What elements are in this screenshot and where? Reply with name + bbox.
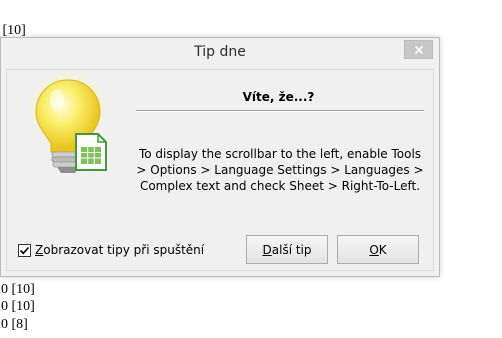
tip-heading: Víte, že...? — [242, 90, 315, 104]
background-text-line: 20 [10] — [0, 282, 35, 297]
checkmark-icon — [19, 246, 30, 254]
close-button[interactable] — [404, 40, 433, 59]
dialog-title: Tip dne — [194, 44, 246, 60]
heading-separator — [136, 110, 424, 112]
tip-text: To display the scrollbar to the left, en… — [136, 147, 424, 193]
lightbulb-calc-icon — [26, 72, 110, 173]
dialog-titlebar[interactable]: Tip dne — [1, 38, 439, 68]
background-text-line: 20 [10] — [0, 299, 35, 314]
ok-button[interactable]: OK — [337, 235, 419, 264]
checkbox-box[interactable] — [18, 243, 31, 257]
background-text-line: 20 [8] — [0, 317, 28, 332]
next-tip-button[interactable]: Další tip — [246, 235, 328, 264]
show-tips-checkbox[interactable]: Zobrazovat tipy při spuštění — [18, 242, 204, 258]
close-icon — [414, 45, 423, 54]
show-tips-label: Zobrazovat tipy při spuštění — [35, 243, 205, 257]
tip-of-the-day-dialog: Tip dne Víte, že...? To display the scro… — [0, 37, 440, 277]
